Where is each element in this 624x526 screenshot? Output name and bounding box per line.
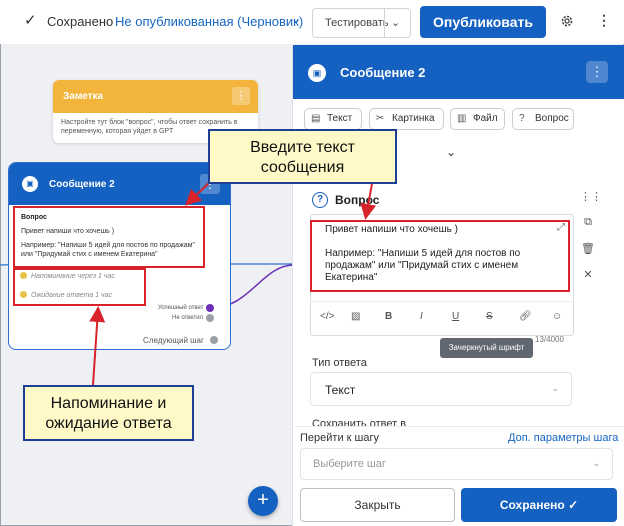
success-port[interactable] [206, 304, 214, 312]
more-menu-icon[interactable]: ⋮ [597, 12, 611, 29]
response-type-value: Текст [325, 383, 356, 397]
chevron-down-icon: ⌄ [551, 383, 559, 393]
character-counter: 13/4000 [535, 335, 564, 344]
chip-label: Вопрос [535, 113, 569, 124]
question-icon: ? [519, 113, 525, 124]
image-icon: ✂ [376, 113, 385, 124]
highlight-icon[interactable]: ▨ [351, 311, 360, 322]
chip-label: Картинка [392, 113, 435, 124]
check-icon: ✓ [24, 12, 37, 29]
extra-step-params-link[interactable]: Доп. параметры шага [508, 432, 618, 444]
highlight-node-reminder [13, 268, 146, 306]
fail-port-label: Не ответил [172, 315, 204, 321]
note-title: Заметка [63, 91, 104, 102]
strikethrough-icon[interactable]: S [486, 311, 493, 322]
response-type-label: Тип ответа [312, 357, 367, 369]
add-question-chip[interactable]: ? Вопрос [512, 108, 574, 130]
more-menu-icon[interactable]: ⋮ [232, 87, 250, 105]
next-step-port[interactable] [210, 336, 218, 344]
text-icon: ▤ [311, 113, 321, 124]
goto-step-placeholder: Выберите шаг [313, 458, 386, 470]
close-button[interactable]: Закрыть [300, 488, 455, 522]
tools-icon[interactable]: ✕ [580, 268, 596, 281]
strikethrough-tooltip: Зачеркнутый шрифт [440, 338, 533, 358]
response-type-select[interactable]: Текст ⌄ [310, 372, 572, 406]
gear-icon[interactable] [560, 14, 574, 28]
highlight-editor-text [310, 220, 570, 292]
goto-step-select[interactable]: Выберите шаг ⌄ [300, 448, 613, 480]
link-icon[interactable]: 🔗︎ [519, 311, 532, 322]
note-header: Заметка ⋮ [53, 80, 258, 113]
divider [384, 9, 385, 37]
top-bar: ✓ Сохранено Не опубликованная (Черновик)… [0, 0, 624, 44]
panel-title: Сообщение 2 [340, 65, 426, 80]
file-icon: ▥ [457, 113, 467, 124]
emoji-icon[interactable]: ☺ [552, 311, 562, 322]
bold-icon[interactable]: B [385, 311, 392, 322]
question-title: Вопрос [335, 193, 380, 207]
publish-button[interactable]: Опубликовать [420, 6, 546, 38]
chip-label: Файл [473, 113, 498, 124]
message-icon: ▣ [308, 64, 326, 82]
fail-port[interactable] [206, 314, 214, 322]
more-menu-icon[interactable]: ⋮ [586, 61, 608, 83]
save-status: Сохранено [47, 14, 114, 29]
test-button-label: Тестировать [325, 17, 389, 29]
format-toolbar: </> ▨ B I U S 🔗︎ ☺ [311, 301, 573, 331]
chevron-down-icon[interactable]: ⌄ [391, 16, 400, 29]
message-node-header: ▣ Сообщение 2 ⋮ [9, 163, 230, 205]
delete-icon[interactable]: 🗑︎ [580, 242, 596, 255]
add-file-chip[interactable]: ▥ Файл [450, 108, 505, 130]
callout-enter-text: Введите текст сообщения [208, 129, 397, 184]
chevron-down-icon: ⌄ [592, 458, 600, 468]
saved-button-label: Сохранено [499, 498, 565, 512]
callout-reminder-waiting: Напоминание и ожидание ответа [23, 385, 194, 441]
success-port-label: Успешный ответ [158, 305, 204, 311]
code-icon[interactable]: </> [320, 311, 334, 322]
question-icon: ? [312, 192, 328, 208]
message-icon: ▣ [22, 176, 38, 192]
chevron-down-icon[interactable]: ⌄ [291, 12, 301, 26]
test-button[interactable]: Тестировать ⌄ [312, 8, 411, 38]
saved-button[interactable]: Сохранено ✓ [461, 488, 617, 522]
italic-icon[interactable]: I [420, 311, 423, 322]
add-text-chip[interactable]: ▤ Текст [304, 108, 362, 130]
check-circle-icon: ✓ [568, 498, 579, 512]
copy-icon[interactable]: ⧉ [580, 216, 596, 229]
chevron-down-icon[interactable]: ⌄ [446, 145, 456, 159]
highlight-node-question [13, 206, 205, 268]
panel-header: ▣ Сообщение 2 ⋮ [293, 45, 624, 99]
plus-icon[interactable]: + [248, 486, 278, 516]
publish-status-select[interactable]: Не опубликованная (Черновик) [115, 14, 303, 29]
goto-step-label: Перейти к шагу [300, 432, 379, 444]
add-image-chip[interactable]: ✂ Картинка [369, 108, 444, 130]
next-step-label: Следующий шаг [143, 336, 204, 345]
drag-handle-icon[interactable]: ⋮⋮ [580, 190, 602, 203]
underline-icon[interactable]: U [452, 311, 459, 322]
message-node-title: Сообщение 2 [49, 179, 115, 190]
chip-label: Текст [327, 113, 353, 124]
